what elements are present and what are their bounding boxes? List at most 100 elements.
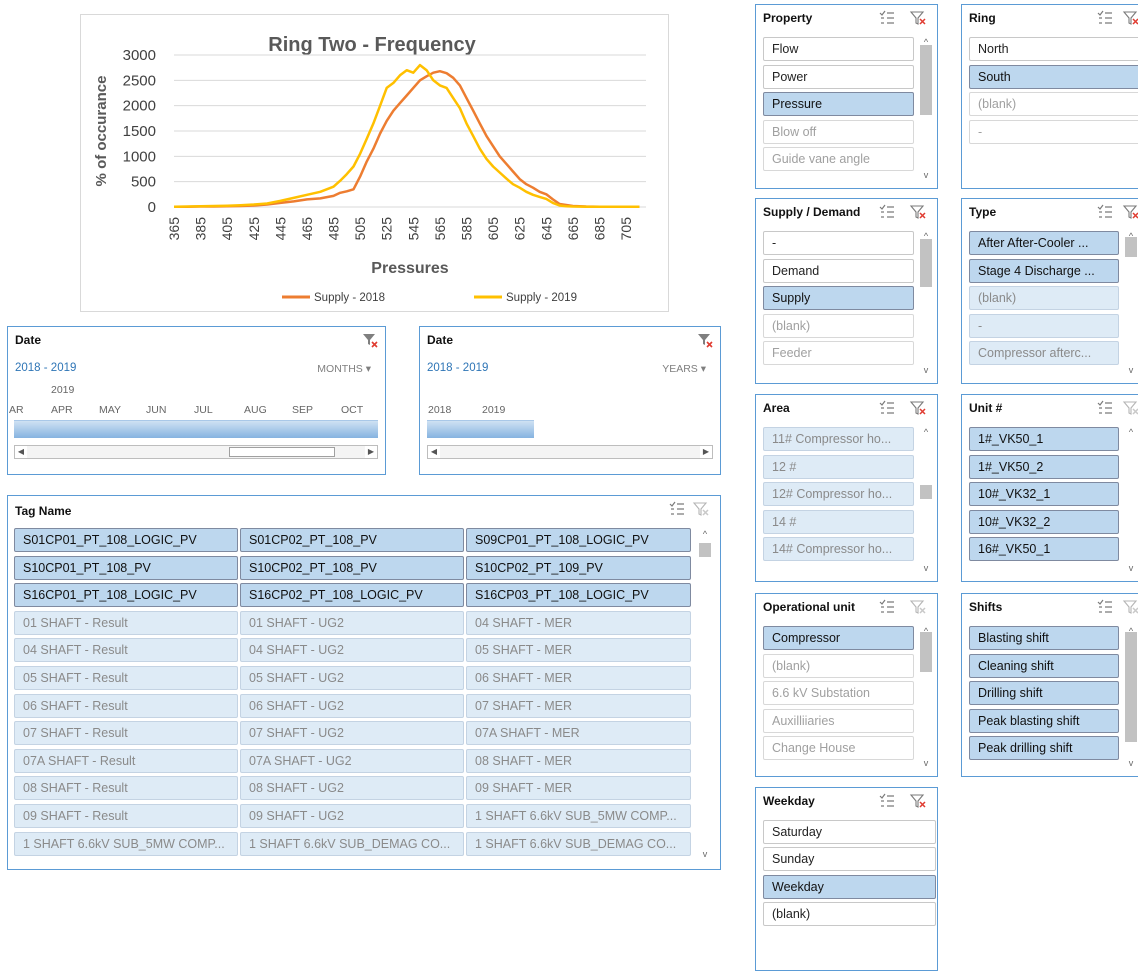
tagname-item[interactable]: 1 SHAFT 6.6kV SUB_5MW COMP... [466,804,691,828]
tagname-item[interactable]: 1 SHAFT 6.6kV SUB_DEMAG CO... [240,831,464,856]
tagname-item[interactable]: S16CP03_PT_108_LOGIC_PV [466,583,691,608]
scroll-down-icon[interactable]: v [920,170,932,180]
type-slicer[interactable]: Type After After-Cooler ... Stage 4 Discha… [961,198,1138,384]
scroll-down-icon[interactable]: v [1125,758,1137,768]
tagname-item[interactable]: 06 SHAFT - Result [14,693,238,718]
supply-demand-item[interactable]: - [763,231,914,255]
vertical-scrollbar[interactable]: ^ v [917,231,935,375]
timeline-selection-bar[interactable] [427,420,534,438]
shifts-item[interactable]: Blasting shift [969,626,1119,650]
date-timeline-months[interactable]: Date 2018 - 2019 MONTHS ▾ 2019 AR APR MAY J… [7,326,386,475]
scroll-thumb[interactable] [920,632,932,672]
tagname-item[interactable]: 04 SHAFT - MER [466,610,691,635]
tagname-item[interactable]: S10CP02_PT_108_PV [240,555,464,580]
scroll-down-icon[interactable]: v [920,758,932,768]
timeline-month-label[interactable]: AUG [244,404,267,416]
unit-item[interactable]: 10#_VK32_2 [969,509,1119,534]
vertical-scrollbar[interactable]: ^ v [1122,427,1138,573]
ring-item[interactable]: South [969,64,1138,89]
operational-unit-slicer[interactable]: Operational unit Compressor (blank) 6.6 kV … [755,593,938,777]
tagname-item[interactable]: 07A SHAFT - Result [14,748,238,773]
scroll-thumb[interactable] [1125,632,1137,742]
timeline-month-label[interactable]: MAY [99,404,121,416]
property-item[interactable]: Guide vane angle [763,147,914,172]
date-timeline-years[interactable]: Date 2018 - 2019 YEARS ▾ 2018 2019 ◀ ▶ [419,326,721,475]
unit-item[interactable]: 10#_VK32_1 [969,482,1119,507]
tagname-item[interactable]: 08 SHAFT - UG2 [240,776,464,801]
clear-filter-icon[interactable] [1122,399,1138,417]
operational-unit-item[interactable]: Compressor [763,626,914,650]
tagname-item[interactable]: S01CP02_PT_108_PV [240,528,464,552]
scroll-up-icon[interactable]: ^ [920,427,932,437]
tagname-item[interactable]: 05 SHAFT - Result [14,666,238,690]
supply-demand-slicer[interactable]: Supply / Demand - Demand Supply (blank) Feede… [755,198,938,384]
tagname-item[interactable]: 04 SHAFT - Result [14,638,238,663]
clear-filter-icon[interactable] [909,399,927,417]
supply-demand-item[interactable]: Demand [763,258,914,283]
property-item[interactable]: Power [763,64,914,89]
unit-item[interactable]: 1#_VK50_1 [969,427,1119,451]
tagname-item[interactable]: 04 SHAFT - UG2 [240,638,464,663]
tagname-item[interactable]: 07A SHAFT - UG2 [240,748,464,773]
operational-unit-item[interactable]: Auxilliiaries [763,708,914,733]
vertical-scrollbar[interactable]: ^ v [696,529,714,859]
scroll-left-icon[interactable]: ◀ [15,446,27,458]
time-level-dropdown[interactable]: YEARS ▾ [662,363,706,375]
area-slicer[interactable]: Area 11# Compressor ho... 12 # 12# Compress… [755,394,938,582]
scroll-down-icon[interactable]: v [920,563,932,573]
shifts-item[interactable]: Cleaning shift [969,653,1119,678]
ring-item[interactable]: - [969,119,1138,144]
property-item[interactable]: Blow off [763,119,914,144]
tagname-item[interactable]: S09CP01_PT_108_LOGIC_PV [466,528,691,552]
timeline-month-label[interactable]: APR [51,404,73,416]
timeline-month-label[interactable]: SEP [292,404,313,416]
clear-filter-icon[interactable] [692,500,710,518]
clear-filter-icon[interactable] [909,792,927,810]
tagname-item[interactable]: 01 SHAFT - UG2 [240,610,464,635]
clear-filter-icon[interactable] [909,598,927,616]
unit-item[interactable]: 16#_VK50_1 [969,537,1119,562]
scroll-thumb[interactable] [699,543,711,557]
tagname-item[interactable]: 07A SHAFT - MER [466,721,691,746]
weekday-item[interactable]: Sunday [763,847,936,872]
multi-select-icon[interactable] [1096,399,1114,417]
scroll-down-icon[interactable]: v [1125,563,1137,573]
timeline-month-label[interactable]: JUL [194,404,213,416]
area-item[interactable]: 14# Compressor ho... [763,537,914,562]
clear-filter-icon[interactable] [1122,9,1138,27]
vertical-scrollbar[interactable]: ^ v [1122,626,1138,768]
clear-filter-icon[interactable] [909,9,927,27]
scroll-down-icon[interactable]: v [1125,365,1137,375]
vertical-scrollbar[interactable]: ^ v [917,37,935,180]
area-item[interactable]: 11# Compressor ho... [763,427,914,451]
supply-demand-item[interactable]: (blank) [763,313,914,338]
timeline-month-label[interactable]: AR [9,404,24,416]
type-item[interactable]: Stage 4 Discharge ... [969,258,1119,283]
tagname-item[interactable]: 06 SHAFT - MER [466,666,691,690]
scroll-thumb[interactable] [920,239,932,287]
supply-demand-item[interactable]: Supply [763,286,914,310]
tagname-item[interactable]: S16CP01_PT_108_LOGIC_PV [14,583,238,608]
type-item[interactable]: After After-Cooler ... [969,231,1119,255]
tagname-item[interactable]: 1 SHAFT 6.6kV SUB_DEMAG CO... [466,831,691,856]
tagname-item[interactable]: 07 SHAFT - UG2 [240,721,464,746]
unit-item[interactable]: 1#_VK50_2 [969,454,1119,479]
multi-select-icon[interactable] [878,792,896,810]
ring-slicer[interactable]: Ring North South (blank) - [961,4,1138,189]
type-item[interactable]: - [969,313,1119,338]
operational-unit-item[interactable]: (blank) [763,653,914,678]
weekday-slicer[interactable]: Weekday Saturday Sunday Weekday (blank) [755,787,938,971]
area-item[interactable]: 12 # [763,454,914,479]
scroll-right-icon[interactable]: ▶ [700,446,712,458]
area-item[interactable]: 12# Compressor ho... [763,482,914,507]
shifts-slicer[interactable]: Shifts Blasting shift Cleaning shift Drilli… [961,593,1138,777]
multi-select-icon[interactable] [878,203,896,221]
weekday-item[interactable]: Saturday [763,820,936,844]
tagname-item[interactable]: 1 SHAFT 6.6kV SUB_5MW COMP... [14,831,238,856]
tagname-item[interactable]: 09 SHAFT - UG2 [240,804,464,828]
operational-unit-item[interactable]: Change House [763,736,914,761]
scroll-thumb[interactable] [920,485,932,499]
scroll-thumb[interactable] [229,447,335,457]
tagname-item[interactable]: 06 SHAFT - UG2 [240,693,464,718]
tagname-item[interactable]: 09 SHAFT - Result [14,804,238,828]
